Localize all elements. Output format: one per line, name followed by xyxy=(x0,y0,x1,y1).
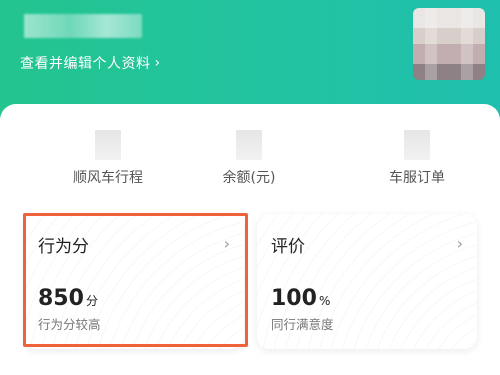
tile-title: 评价 xyxy=(271,237,305,257)
stat-car-service-orders[interactable]: 车服订单 xyxy=(357,104,477,187)
edit-profile-link[interactable]: 查看并编辑个人资料 › xyxy=(20,53,161,73)
rating-tile[interactable]: 评价 › 100% 同行满意度 xyxy=(257,214,477,349)
blurred-stat-value xyxy=(404,130,430,160)
blurred-stat-value xyxy=(236,130,262,160)
tile-caption: 同行满意度 xyxy=(271,317,334,332)
tile-value-number: 100 xyxy=(271,286,317,311)
stat-label: 顺风车行程 xyxy=(73,170,143,186)
blurred-username xyxy=(24,14,142,38)
chevron-right-icon: › xyxy=(456,234,463,253)
chevron-right-icon: › xyxy=(154,55,161,71)
tile-value-unit: % xyxy=(318,294,331,308)
edit-profile-link-label: 查看并编辑个人资料 xyxy=(20,56,151,72)
stat-carpool-trips[interactable]: 顺风车行程 xyxy=(48,104,168,187)
tile-value: 100% xyxy=(271,286,330,311)
stat-label: 余额(元) xyxy=(222,170,276,186)
avatar[interactable] xyxy=(413,8,485,80)
stat-balance[interactable]: 余额(元) xyxy=(189,104,309,187)
blurred-stat-value xyxy=(95,130,121,160)
highlight-box xyxy=(23,213,248,347)
stat-label: 车服订单 xyxy=(389,170,445,186)
